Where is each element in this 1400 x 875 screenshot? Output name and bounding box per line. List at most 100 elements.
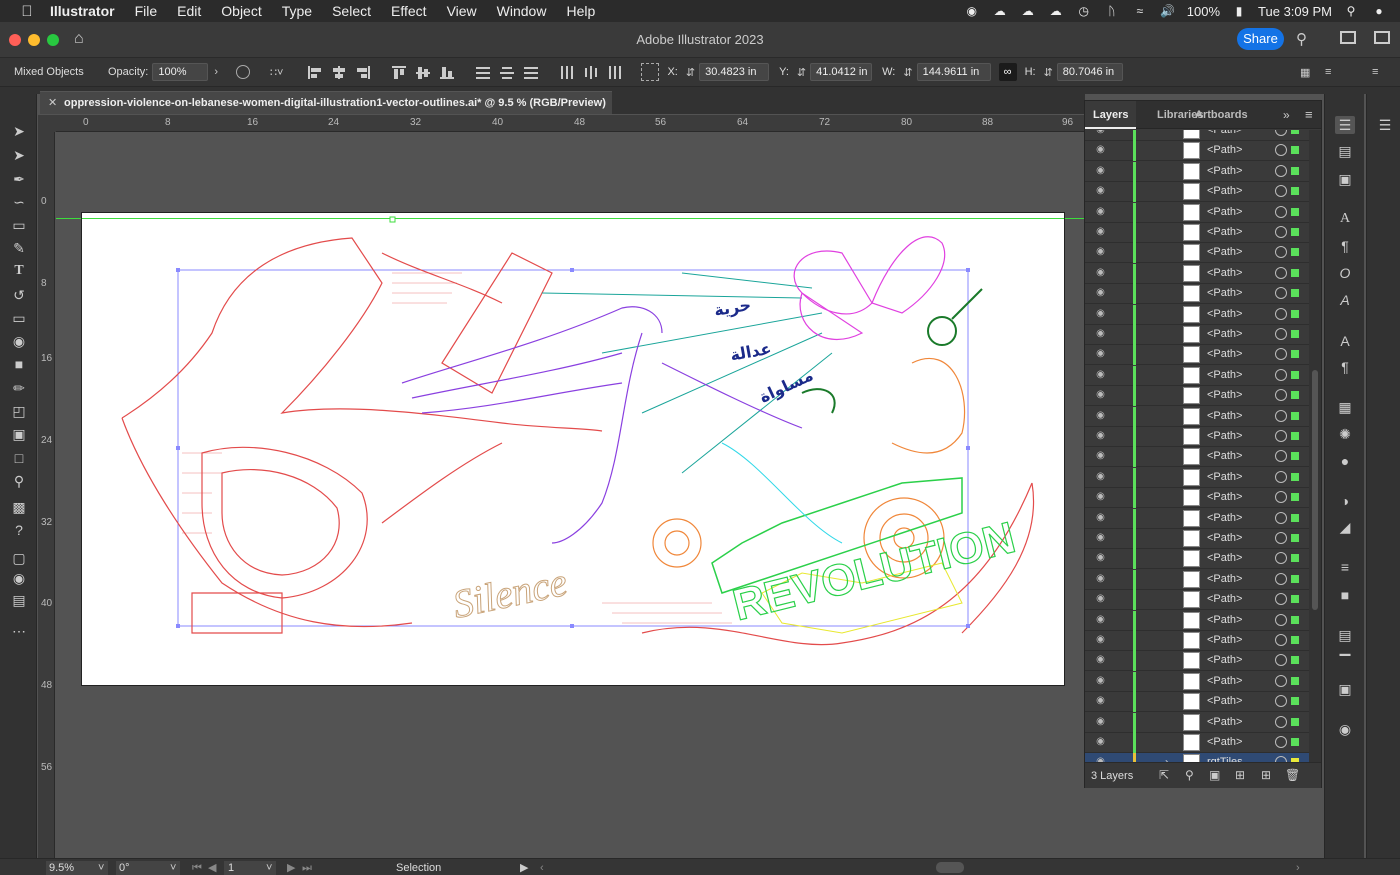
visibility-eye-icon[interactable]: ◉	[1094, 348, 1107, 361]
selection-indicator[interactable]	[1291, 452, 1299, 461]
selection-indicator[interactable]	[1291, 554, 1299, 563]
selection-indicator[interactable]	[1291, 513, 1299, 522]
target-icon[interactable]	[1275, 613, 1287, 626]
target-icon[interactable]	[1275, 634, 1287, 646]
stroke-icon[interactable]: ≡	[1335, 558, 1355, 576]
selection-indicator[interactable]	[1291, 248, 1299, 257]
color-icon[interactable]: ◑	[1335, 492, 1355, 510]
visibility-eye-icon[interactable]: ◉	[1094, 471, 1107, 484]
layer-row[interactable]: ◉ <Path>	[1085, 130, 1309, 141]
selection-indicator[interactable]	[1291, 309, 1299, 318]
layer-name[interactable]: <Path>	[1207, 614, 1242, 626]
target-icon[interactable]	[1275, 205, 1287, 218]
target-icon[interactable]	[1275, 450, 1287, 463]
search-icon[interactable]: ⚲	[1296, 30, 1307, 48]
visibility-eye-icon[interactable]: ◉	[1094, 246, 1107, 259]
layers-scrollbar[interactable]	[1309, 130, 1321, 762]
opacity-label[interactable]: Opacity:	[108, 66, 148, 78]
w-field[interactable]: 144.9611 in	[916, 63, 991, 81]
layer-name[interactable]: <Path>	[1207, 675, 1242, 687]
target-icon[interactable]	[1275, 389, 1287, 402]
layer-name[interactable]: <Path>	[1207, 593, 1242, 605]
close-tab-icon[interactable]: ✕	[48, 92, 57, 114]
document-tab[interactable]: ✕ oppression-violence-on-lebanese-women-…	[40, 91, 612, 114]
selection-indicator[interactable]	[1291, 534, 1299, 542]
target-icon[interactable]	[1275, 695, 1287, 708]
horizontal-ruler[interactable]: 0 8 16 24 32 40 48 56 64 72 80 88 96	[56, 115, 1084, 132]
double-chevron-icon[interactable]: »	[1283, 108, 1290, 122]
layer-row[interactable]: ◉ <Path>	[1085, 406, 1309, 427]
visibility-eye-icon[interactable]: ◉	[1094, 328, 1107, 341]
panel-menu-icon[interactable]: ≡	[1305, 107, 1313, 122]
target-icon[interactable]	[1275, 715, 1287, 728]
distribute-bottom-icon[interactable]	[524, 66, 539, 79]
w-stepper-icon[interactable]: ⇵	[903, 66, 912, 79]
target-icon[interactable]	[1275, 736, 1287, 748]
rotate-dropdown-icon[interactable]: ˅	[170, 861, 176, 875]
clipping-mask-icon[interactable]: ▣	[1209, 768, 1220, 782]
panel-options-icon[interactable]: ≡	[1325, 66, 1331, 78]
layer-name[interactable]: <Path>	[1207, 389, 1242, 401]
layer-row[interactable]: ◉ <Path>	[1085, 631, 1309, 651]
visibility-eye-icon[interactable]: ◉	[1094, 716, 1107, 729]
menu-file[interactable]: File	[135, 3, 158, 19]
spotlight-icon[interactable]: ⚲	[1342, 4, 1360, 18]
target-icon[interactable]	[1275, 674, 1287, 687]
draw-mode-icon[interactable]: ◉	[9, 569, 29, 587]
menu-view[interactable]: View	[447, 3, 477, 19]
layer-row[interactable]: ◉ <Path>	[1085, 610, 1309, 631]
export-icon[interactable]: ⇱	[1159, 768, 1169, 782]
more-tools-icon[interactable]: ⋯	[9, 622, 29, 640]
layer-name[interactable]: <Path>	[1207, 573, 1242, 585]
artboard-tool-icon[interactable]: □	[9, 449, 29, 467]
scroll-right-icon[interactable]: ›	[1296, 861, 1300, 875]
appearance-icon[interactable]: ◉	[1335, 720, 1355, 738]
selection-indicator[interactable]	[1291, 289, 1299, 298]
visibility-eye-icon[interactable]: ◉	[1094, 614, 1107, 627]
selection-indicator[interactable]	[1291, 738, 1299, 746]
arrange-icon[interactable]: ▦	[1300, 66, 1310, 79]
layer-name[interactable]: <Path>	[1207, 491, 1242, 503]
properties-icon[interactable]: ☰	[1375, 116, 1395, 134]
battery-icon[interactable]: ▮	[1230, 4, 1248, 18]
visibility-eye-icon[interactable]: ◉	[1094, 634, 1107, 647]
target-icon[interactable]	[1275, 348, 1287, 361]
layer-name[interactable]: <Path>	[1207, 206, 1242, 218]
close-window-button[interactable]	[9, 34, 21, 46]
selection-indicator[interactable]	[1291, 130, 1299, 134]
menu-effect[interactable]: Effect	[391, 3, 427, 19]
trash-icon[interactable]: 🗑	[1285, 768, 1300, 782]
layer-name[interactable]: <Path>	[1207, 552, 1242, 564]
target-icon[interactable]	[1275, 511, 1287, 524]
home-icon[interactable]: ⌂	[74, 30, 84, 48]
menu-window[interactable]: Window	[497, 3, 547, 19]
search-icon[interactable]: ⚲	[1185, 768, 1194, 782]
layer-row[interactable]: ◉ <Path>	[1085, 529, 1309, 549]
illustration-artwork[interactable]: Silence REVOLUTION حرية عدالة مساواة	[82, 213, 1064, 685]
selection-indicator[interactable]	[1291, 228, 1299, 236]
target-icon[interactable]	[1275, 409, 1287, 422]
layer-name[interactable]: <Path>	[1207, 471, 1242, 483]
selection-indicator[interactable]	[1291, 411, 1299, 420]
symbols-icon[interactable]: ●	[1335, 452, 1355, 470]
paintbrush-tool-icon[interactable]: ✎	[9, 239, 29, 257]
layer-name[interactable]: <Path>	[1207, 736, 1242, 748]
fill-stroke-icon[interactable]: ▩	[9, 498, 29, 516]
direct-selection-tool-icon[interactable]: ➤	[9, 146, 29, 164]
more-options-icon[interactable]: ≡	[1372, 66, 1378, 78]
x-field[interactable]: 30.4823 in	[699, 63, 770, 81]
selection-indicator[interactable]	[1291, 207, 1299, 216]
time-machine-icon[interactable]: ◷	[1075, 4, 1093, 18]
target-icon[interactable]	[1275, 654, 1287, 667]
target-icon[interactable]	[1275, 130, 1287, 136]
distribute-right-icon[interactable]	[608, 65, 622, 79]
visibility-eye-icon[interactable]: ◉	[1094, 573, 1107, 586]
screen-mode-icon[interactable]: ▤	[9, 591, 29, 609]
layer-name[interactable]: <Path>	[1207, 450, 1242, 462]
selection-indicator[interactable]	[1291, 330, 1299, 338]
selection-tool-icon[interactable]: ➤	[9, 122, 29, 140]
selection-indicator[interactable]	[1291, 166, 1299, 175]
character-styles-icon[interactable]: A	[1335, 332, 1355, 350]
target-icon[interactable]	[1275, 287, 1287, 300]
layer-name[interactable]: <Path>	[1207, 287, 1242, 299]
